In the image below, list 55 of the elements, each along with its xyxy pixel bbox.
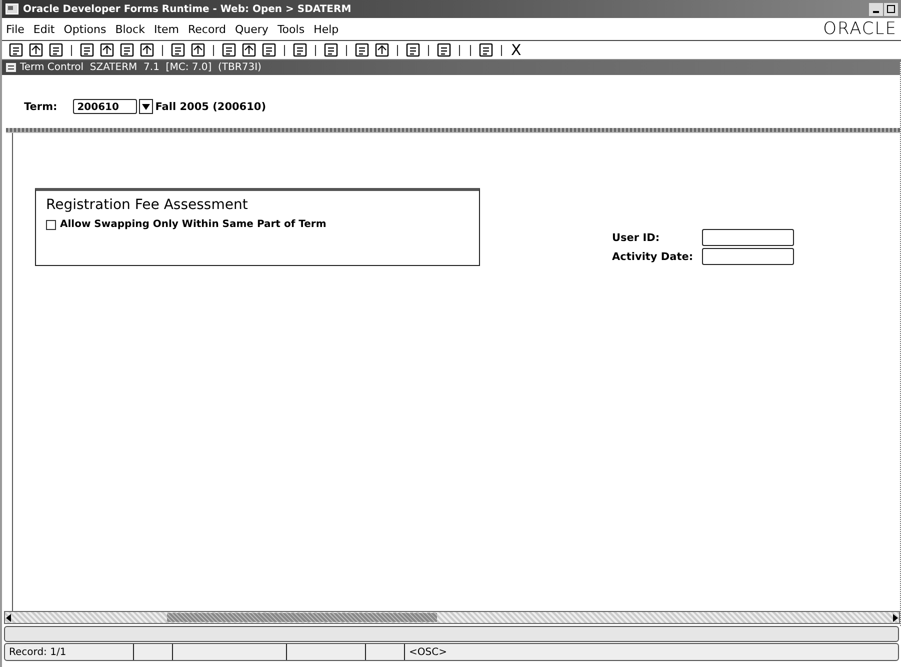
scroll-right-icon xyxy=(891,612,899,622)
maximize-icon xyxy=(886,4,896,14)
checkbox-label: Allow Swapping Only Within Same Part of Term xyxy=(60,219,326,230)
toolbar-button[interactable] xyxy=(221,42,237,58)
menu-item[interactable]: File xyxy=(6,22,24,36)
section-title: Registration Fee Assessment xyxy=(46,197,249,213)
exit-button[interactable]: X xyxy=(511,41,522,59)
term-field[interactable]: 200610 xyxy=(73,99,138,114)
toolbar-button[interactable] xyxy=(323,42,339,58)
menu-item[interactable]: Tools xyxy=(277,22,305,36)
form-title: Term Control SZATERM 7.1 [MC: 7.0] (TBR73I) xyxy=(20,62,262,73)
minimize-button[interactable] xyxy=(869,2,883,16)
horizontal-scrollbar[interactable] xyxy=(4,611,900,624)
checkbox[interactable] xyxy=(46,220,56,230)
toolbar-button[interactable] xyxy=(241,42,257,58)
toolbar-button[interactable] xyxy=(405,42,421,58)
term-label: Term: xyxy=(24,100,58,112)
field-label: Activity Date: xyxy=(612,250,694,262)
toolbar-button[interactable] xyxy=(478,42,494,58)
toolbar-button[interactable] xyxy=(99,42,115,58)
toolbar-button[interactable] xyxy=(374,42,390,58)
toolbar-button[interactable] xyxy=(292,42,308,58)
term-description: Fall 2005 (200610) xyxy=(155,100,266,112)
mode-indicator: <OSC> xyxy=(408,646,448,660)
menu-item[interactable]: Record xyxy=(188,22,226,36)
caret-icon xyxy=(142,104,150,110)
record-indicator: Record: 1/1 xyxy=(5,644,134,660)
minimize-icon xyxy=(873,11,879,13)
toolbar-button[interactable] xyxy=(48,42,64,58)
toolbar-button[interactable] xyxy=(190,42,206,58)
toolbar-button[interactable] xyxy=(436,42,452,58)
toolbar-button[interactable] xyxy=(79,42,95,58)
toolbar-button[interactable] xyxy=(28,42,44,58)
menu-item[interactable]: Help xyxy=(314,22,339,36)
app-icon xyxy=(5,3,19,15)
menu-item[interactable]: Item xyxy=(154,22,179,36)
toolbar-button[interactable] xyxy=(354,42,370,58)
brand-logo: ORACLE xyxy=(823,19,897,39)
toolbar-button[interactable] xyxy=(119,42,135,58)
form-icon xyxy=(5,62,17,73)
menu-item[interactable]: Options xyxy=(64,22,106,36)
maximize-button[interactable] xyxy=(884,2,898,16)
window-title: Oracle Developer Forms Runtime - Web: Open > SDATERM xyxy=(23,4,352,14)
toolbar-button[interactable] xyxy=(261,42,277,58)
menu-item[interactable]: Edit xyxy=(33,22,55,36)
menu-item[interactable]: Query xyxy=(235,22,268,36)
menu-item[interactable]: Block xyxy=(115,22,145,36)
toolbar-button[interactable] xyxy=(139,42,155,58)
input-field[interactable] xyxy=(702,229,794,246)
dropdown-button[interactable] xyxy=(139,99,154,114)
toolbar-button[interactable] xyxy=(8,42,24,58)
toolbar-button[interactable] xyxy=(170,42,186,58)
field-label: User ID: xyxy=(612,232,661,244)
scroll-left-icon xyxy=(5,612,13,622)
input-field[interactable] xyxy=(702,248,794,265)
